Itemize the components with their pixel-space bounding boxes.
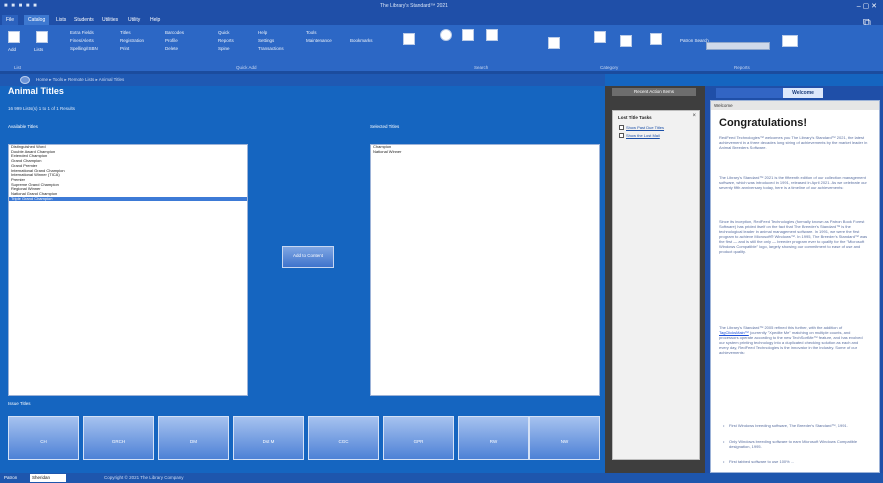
selected-titles-label: Selected Titles bbox=[370, 124, 400, 129]
title-bar: ■ ■ ■ ■ ■ The Library's Standard™ 2021 –… bbox=[0, 0, 883, 14]
ribbon-spelling[interactable]: Spelling/ISBN bbox=[70, 46, 98, 51]
task-label[interactable]: Show the Lost Mail bbox=[619, 133, 660, 138]
ribbon-barcodes[interactable]: Barcodes bbox=[165, 30, 184, 35]
congratulations-title: Congratulations! bbox=[719, 117, 807, 129]
issue-button[interactable]: Dst M bbox=[233, 416, 304, 460]
checkbox-icon[interactable] bbox=[619, 125, 624, 130]
document-icon[interactable] bbox=[650, 33, 662, 45]
close-icon[interactable]: × bbox=[692, 113, 696, 119]
breadcrumb[interactable]: Home ▸ Tools ▸ Remote Lists ▸ Animal Tit… bbox=[36, 77, 124, 83]
issue-button[interactable]: GPR bbox=[383, 416, 454, 460]
status-label: Patron bbox=[4, 475, 18, 480]
window-controls[interactable]: – ▢ ✕ bbox=[857, 2, 877, 10]
add-to-content-button[interactable]: Add to Content bbox=[282, 246, 334, 268]
ribbon-maintenance[interactable]: Maintenance bbox=[306, 38, 332, 43]
reference-icon[interactable] bbox=[403, 33, 415, 45]
selected-titles-list[interactable]: Champion National Winner bbox=[370, 144, 600, 396]
tab-utility[interactable]: Utility bbox=[124, 15, 144, 25]
ribbon-transactions[interactable]: Transactions bbox=[258, 46, 284, 51]
list-item-selected[interactable]: Triple Grand Champion bbox=[9, 196, 247, 202]
group-list: List bbox=[14, 65, 22, 70]
issue-button[interactable]: DM bbox=[158, 416, 229, 460]
ribbon-bookmarks[interactable]: Bookmarks bbox=[350, 38, 373, 43]
tab-students[interactable]: Students bbox=[70, 15, 98, 25]
status-patron-value[interactable]: Sheridan bbox=[30, 474, 66, 482]
tab-file[interactable]: File bbox=[2, 15, 19, 25]
ribbon-help[interactable]: Help bbox=[258, 30, 267, 35]
status-bar: Patron Sheridan Copyright © 2021 The Lib… bbox=[0, 473, 883, 483]
ribbon-reports[interactable]: Reports bbox=[218, 38, 234, 43]
ribbon-delete[interactable]: Delete bbox=[165, 46, 178, 51]
ribbon-tools[interactable]: Tools bbox=[306, 30, 317, 35]
available-titles-list[interactable]: Distinguished Word Double Award Champion… bbox=[8, 144, 248, 396]
ribbon-add[interactable]: Add bbox=[8, 47, 16, 52]
group-reports: Reports bbox=[734, 65, 750, 70]
print-icon[interactable] bbox=[620, 35, 632, 47]
tab-lists[interactable]: Lists bbox=[52, 15, 70, 25]
task-past-due[interactable]: Show Past Due Titles bbox=[619, 125, 664, 130]
patron-search-input[interactable] bbox=[706, 42, 770, 50]
issue-titles-label: Issue Titles bbox=[8, 401, 31, 406]
ribbon-registration[interactable]: Registration bbox=[120, 38, 144, 43]
copyright-text: Copyright © 2021 The Library Company bbox=[104, 475, 184, 480]
issue-button[interactable]: GRCH bbox=[83, 416, 154, 460]
achievement-item: Only Windows breeding software to earn M… bbox=[723, 439, 869, 449]
group-category: Category bbox=[600, 65, 619, 70]
welcome-paragraph: The Library's Standard™ 2021 is the fift… bbox=[719, 175, 867, 190]
achievement-item: First Windows breeding software, The Bre… bbox=[723, 423, 869, 428]
tab-welcome[interactable]: Welcome bbox=[783, 88, 823, 98]
lists-icon[interactable] bbox=[36, 31, 48, 43]
welcome-paragraph: The Library's Standard™ 2005 refined thi… bbox=[719, 325, 869, 355]
ribbon-settings[interactable]: Settings bbox=[258, 38, 274, 43]
group-quick-add: Quick Add bbox=[236, 65, 257, 70]
welcome-paragraph: Since its inception, RedFeed Technologie… bbox=[719, 219, 868, 254]
tab-catalog[interactable]: Catalog bbox=[24, 15, 50, 25]
checkbox-icon[interactable] bbox=[619, 133, 624, 138]
ribbon-tabs: File Catalog Lists Students Utilities Ut… bbox=[0, 14, 883, 25]
page-subtitle: 16 999 Lists(s) 1 to 1 of 1 Results bbox=[8, 106, 76, 111]
task-label[interactable]: Show Past Due Titles bbox=[619, 125, 664, 130]
issue-button-row: CH GRCH DM Dst M CGC GPR RW NW bbox=[8, 416, 600, 460]
achievement-item: First tabbed software to use 100% ... bbox=[723, 459, 869, 464]
welcome-icon[interactable] bbox=[548, 37, 560, 49]
welcome-pane: Welcome Congratulations! RedFeed Technol… bbox=[710, 100, 880, 473]
transfer-icon[interactable] bbox=[486, 29, 498, 41]
ribbon-lists[interactable]: Lists bbox=[34, 47, 43, 52]
issue-button[interactable]: RW bbox=[458, 416, 529, 460]
welcome-header: Welcome bbox=[711, 101, 879, 110]
page-title: Animal Titles bbox=[8, 86, 64, 96]
ribbon-print[interactable]: Print bbox=[120, 46, 129, 51]
issue-button[interactable]: CGC bbox=[308, 416, 379, 460]
category-icon[interactable] bbox=[594, 31, 606, 43]
monitor-icon[interactable] bbox=[782, 35, 798, 47]
issue-button[interactable]: CH bbox=[8, 416, 79, 460]
recent-actions-header[interactable]: Recent Action Items bbox=[612, 88, 696, 96]
lost-title-tasks-panel: Lost Title Tasks × Show Past Due Titles … bbox=[612, 110, 700, 460]
clock-icon[interactable] bbox=[440, 29, 452, 41]
add-icon[interactable] bbox=[8, 31, 20, 43]
tab-utilities[interactable]: Utilities bbox=[98, 15, 122, 25]
available-titles-label: Available Titles bbox=[8, 124, 38, 129]
patron-search-label: Patron Search bbox=[680, 38, 709, 43]
ribbon-extra-fields[interactable]: Extra Fields bbox=[70, 30, 94, 35]
breadcrumb-bar: Home ▸ Tools ▸ Remote Lists ▸ Animal Tit… bbox=[0, 74, 605, 86]
quick-access-toolbar[interactable]: ■ ■ ■ ■ ■ bbox=[4, 3, 38, 9]
tab-help[interactable]: Help bbox=[146, 15, 164, 25]
ribbon-spine[interactable]: Spine bbox=[218, 46, 230, 51]
ribbon-profile[interactable]: Profile bbox=[165, 38, 178, 43]
group-search: Search bbox=[474, 65, 489, 70]
search-icon[interactable] bbox=[462, 29, 474, 41]
issue-button[interactable]: NW bbox=[529, 416, 600, 460]
ribbon-titles[interactable]: Titles bbox=[120, 30, 131, 35]
lost-title-heading: Lost Title Tasks bbox=[618, 115, 652, 120]
welcome-paragraph: RedFeed Technologies™ welcomes you The L… bbox=[719, 135, 868, 150]
list-item[interactable]: National Winner bbox=[371, 149, 599, 155]
task-lost-mail[interactable]: Show the Lost Mail bbox=[619, 133, 660, 138]
back-icon[interactable] bbox=[20, 76, 30, 84]
ribbon-quick[interactable]: Quick bbox=[218, 30, 230, 35]
ribbon-fines[interactable]: Fines/Alerts bbox=[70, 38, 94, 43]
window-title: The Library's Standard™ 2021 bbox=[380, 3, 448, 9]
